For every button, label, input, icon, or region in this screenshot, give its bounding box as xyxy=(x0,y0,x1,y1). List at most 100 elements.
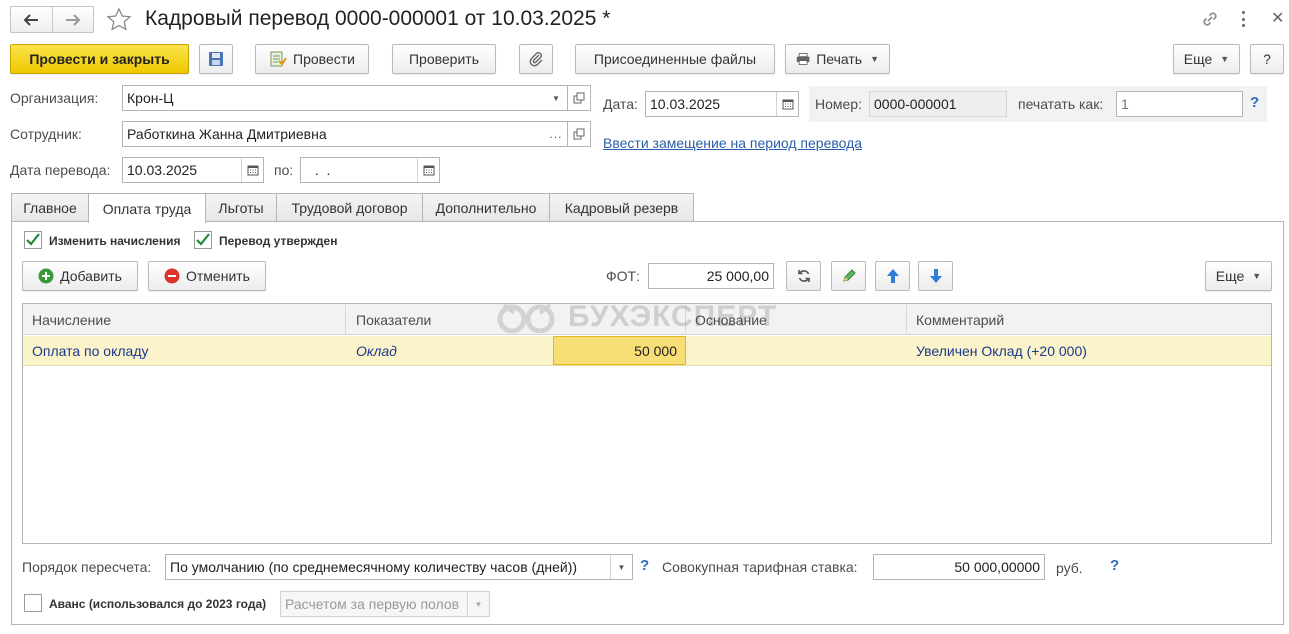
recalc-help-icon[interactable]: ? xyxy=(640,557,649,574)
cancel-button[interactable]: Отменить xyxy=(148,261,266,291)
table-more-label: Еще xyxy=(1215,268,1245,284)
more-button[interactable]: Еще ▼ xyxy=(1173,44,1240,74)
advance-label: Аванс (использовался до 2023 года) xyxy=(49,597,267,611)
currency-label: руб. xyxy=(1056,560,1083,576)
number-label: Номер: xyxy=(815,96,862,112)
arrow-right-icon xyxy=(65,13,81,26)
column-header-comment[interactable]: Комментарий xyxy=(907,305,1271,335)
transfer-approved-checkbox[interactable] xyxy=(194,231,212,249)
organization-field[interactable]: Крон-Ц ▼ xyxy=(122,85,568,111)
chevron-down-icon: ▼ xyxy=(552,93,560,103)
calendar-icon xyxy=(247,165,258,176)
transfer-end-date-value: . . xyxy=(311,162,331,178)
employee-open-button[interactable] xyxy=(567,121,591,147)
chevron-down-icon: ▼ xyxy=(1220,54,1230,64)
tab-additional[interactable]: Дополнительно xyxy=(422,193,550,222)
recalc-value: По умолчанию (по среднемесячному количес… xyxy=(170,559,578,575)
advance-dropdown-button: ▼ xyxy=(467,592,489,616)
move-down-button[interactable] xyxy=(918,261,953,291)
employee-field[interactable]: Работкина Жанна Дмитриевна ... xyxy=(122,121,568,147)
recalc-label: Порядок пересчета: xyxy=(22,559,152,575)
change-accruals-label: Изменить начисления xyxy=(49,234,181,248)
more-button-label: Еще xyxy=(1183,51,1213,67)
column-header-basis[interactable]: Основание xyxy=(686,305,907,335)
attach-button[interactable] xyxy=(519,44,553,74)
organization-open-button[interactable] xyxy=(567,85,591,111)
star-icon[interactable] xyxy=(106,7,132,33)
change-accruals-checkbox[interactable] xyxy=(24,231,42,249)
row-basis-cell[interactable] xyxy=(686,336,907,366)
number-value: 0000-000001 xyxy=(874,96,957,112)
kebab-menu-icon[interactable] xyxy=(1240,9,1246,29)
replacement-link[interactable]: Ввести замещение на период перевода xyxy=(603,135,862,151)
chevron-down-icon: ▼ xyxy=(474,599,483,609)
paperclip-icon xyxy=(529,52,543,67)
rate-help-icon[interactable]: ? xyxy=(1110,557,1119,574)
advance-select: Расчетом за первую полов ▼ xyxy=(280,591,490,617)
fot-field: 25 000,00 xyxy=(648,263,774,289)
checkmark-icon xyxy=(26,233,40,246)
column-header-accrual[interactable]: Начисление xyxy=(23,305,346,335)
recalc-dropdown-button[interactable]: ▼ xyxy=(610,555,632,579)
cancel-button-label: Отменить xyxy=(186,268,250,284)
organization-dropdown-button[interactable]: ▼ xyxy=(545,86,567,110)
add-button[interactable]: Добавить xyxy=(22,261,138,291)
print-as-input[interactable] xyxy=(1116,91,1243,117)
calendar-icon xyxy=(782,99,793,110)
refresh-button[interactable] xyxy=(786,261,821,291)
tab-employment-contract[interactable]: Трудовой договор xyxy=(276,193,423,222)
tab-pay[interactable]: Оплата труда xyxy=(88,193,206,223)
open-window-icon xyxy=(573,92,585,104)
post-and-close-button[interactable]: Провести и закрыть xyxy=(10,44,189,74)
minus-circle-icon xyxy=(164,268,180,284)
chevron-down-icon: ▼ xyxy=(617,562,626,572)
print-button[interactable]: Печать ▼ xyxy=(785,44,890,74)
row-indicator-cell[interactable]: Оклад xyxy=(347,336,553,366)
table-more-button[interactable]: Еще ▼ xyxy=(1205,261,1272,291)
arrow-down-icon xyxy=(929,269,942,283)
post-button[interactable]: Провести xyxy=(255,44,369,74)
back-button[interactable] xyxy=(11,7,53,32)
help-button[interactable]: ? xyxy=(1250,44,1284,74)
move-up-button[interactable] xyxy=(875,261,910,291)
edit-button[interactable] xyxy=(831,261,866,291)
transfer-date-field[interactable]: 10.03.2025 xyxy=(122,157,264,183)
row-comment-cell[interactable]: Увеличен Оклад (+20 000) xyxy=(907,336,1271,366)
forward-button[interactable] xyxy=(53,7,94,32)
save-button[interactable] xyxy=(199,44,233,74)
employee-select-button[interactable]: ... xyxy=(545,122,567,146)
date-field[interactable]: 10.03.2025 xyxy=(645,91,799,117)
post-document-icon xyxy=(270,51,287,67)
row-amount-cell[interactable]: 50 000 xyxy=(553,336,686,365)
transfer-date-value: 10.03.2025 xyxy=(127,162,198,178)
print-as-help-icon[interactable]: ? xyxy=(1250,94,1259,111)
transfer-date-calendar-button[interactable] xyxy=(241,158,263,182)
total-rate-field[interactable]: 50 000,00000 xyxy=(873,554,1045,580)
print-as-label: печатать как: xyxy=(1018,96,1104,112)
column-header-indicators[interactable]: Показатели xyxy=(347,305,686,335)
add-button-label: Добавить xyxy=(60,268,122,284)
row-accrual-cell[interactable]: Оплата по окладу xyxy=(23,336,346,366)
floppy-disk-icon xyxy=(209,52,223,66)
organization-label: Организация: xyxy=(10,90,99,106)
check-button[interactable]: Проверить xyxy=(392,44,496,74)
fot-label: ФОТ: xyxy=(606,268,640,284)
tab-main[interactable]: Главное xyxy=(11,193,89,222)
recalc-select[interactable]: По умолчанию (по среднемесячному количес… xyxy=(165,554,633,580)
transfer-end-date-calendar-button[interactable] xyxy=(417,158,439,182)
attached-files-button[interactable]: Присоединенные файлы xyxy=(575,44,775,74)
close-icon[interactable]: ✕ xyxy=(1271,8,1284,28)
link-icon[interactable] xyxy=(1200,9,1220,29)
nav-group xyxy=(10,6,94,33)
post-button-label: Провести xyxy=(293,51,355,67)
tab-benefits[interactable]: Льготы xyxy=(205,193,277,222)
to-label: по: xyxy=(274,162,294,178)
advance-checkbox[interactable] xyxy=(24,594,42,612)
date-calendar-button[interactable] xyxy=(776,92,798,116)
open-window-icon xyxy=(573,128,585,140)
tab-personnel-reserve[interactable]: Кадровый резерв xyxy=(549,193,694,222)
date-value: 10.03.2025 xyxy=(650,96,721,112)
transfer-date-label: Дата перевода: xyxy=(10,162,111,178)
transfer-end-date-field[interactable]: . . xyxy=(300,157,440,183)
employee-label: Сотрудник: xyxy=(10,126,82,142)
